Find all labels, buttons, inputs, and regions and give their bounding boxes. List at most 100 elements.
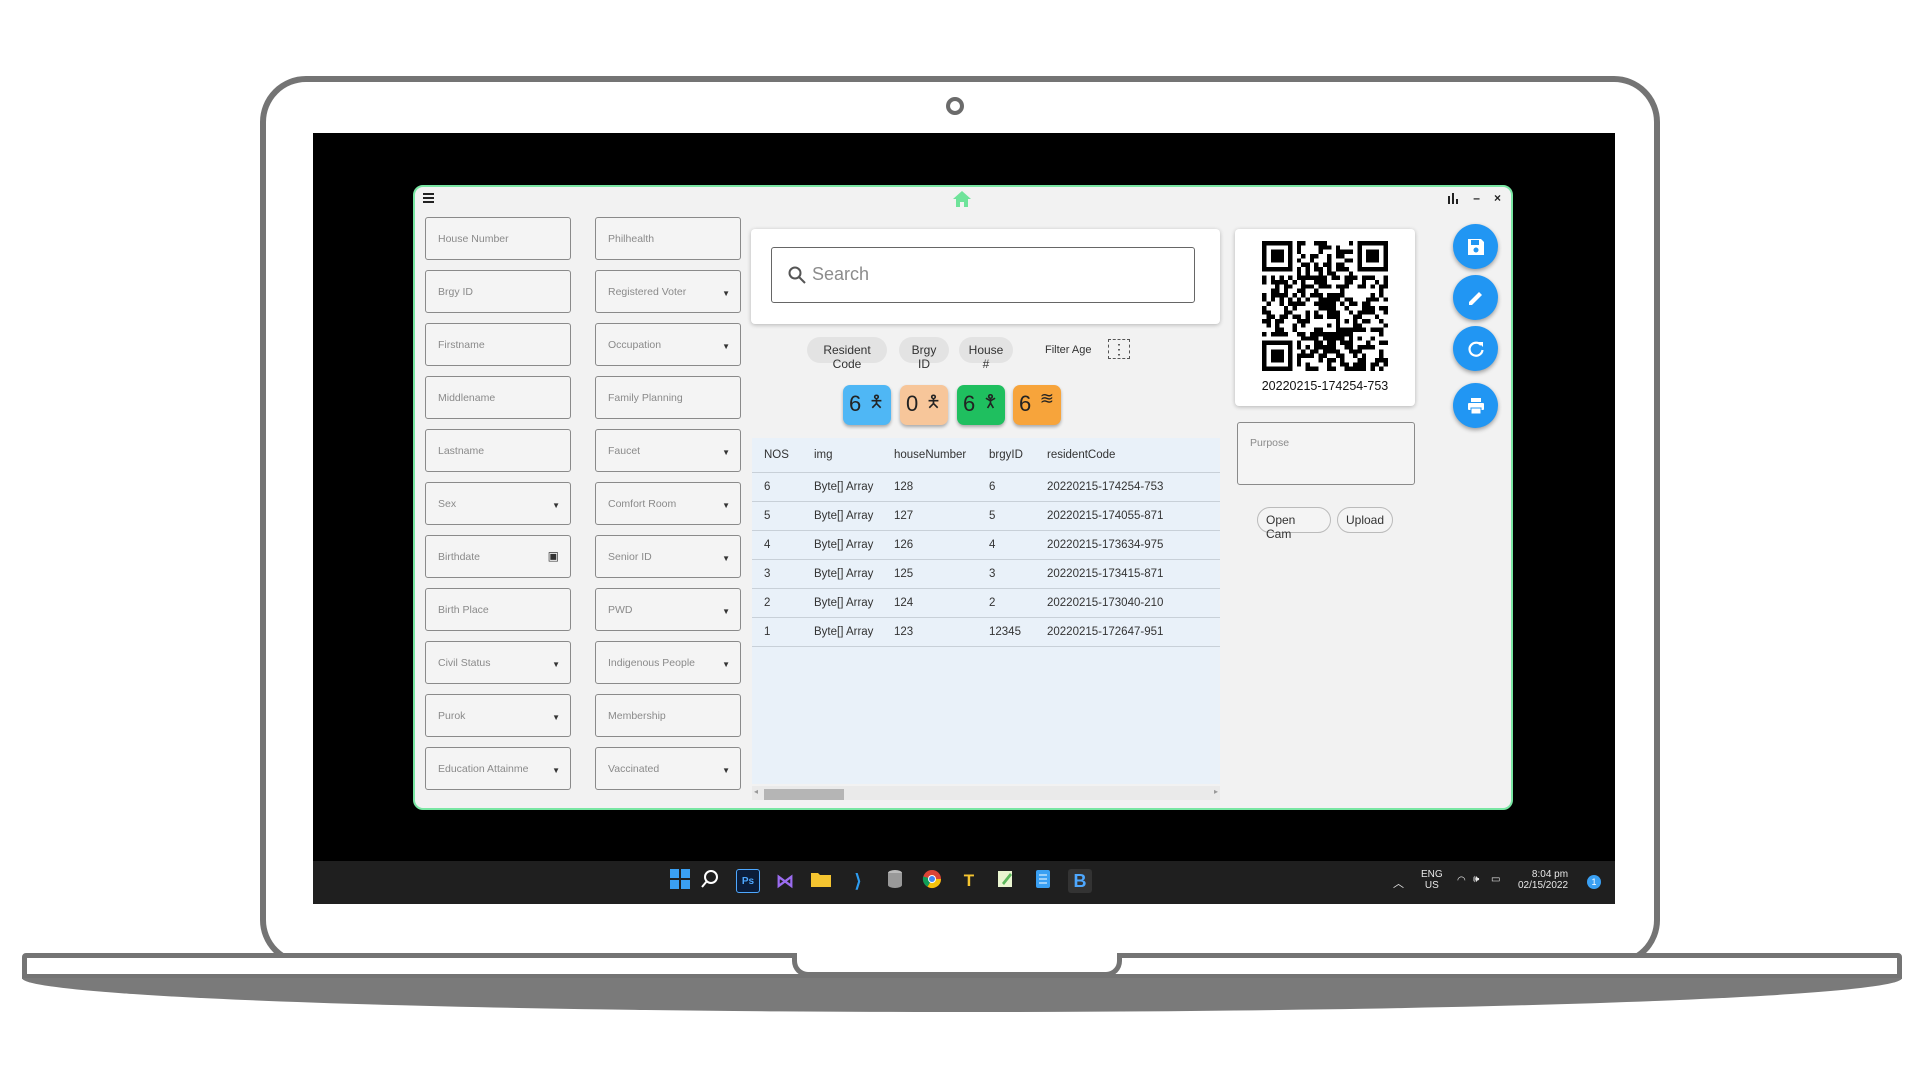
column-header[interactable]: houseNumber <box>882 438 977 472</box>
form-field-right-6[interactable]: Senior ID ▼ <box>595 535 741 578</box>
form-field-left-7[interactable]: Birth Place <box>425 588 571 631</box>
upload-button[interactable]: Upload <box>1337 507 1393 533</box>
form-field-label: Middlename <box>438 392 496 404</box>
hamburger-menu-icon[interactable] <box>423 193 434 205</box>
dropdown-arrow-icon[interactable]: ▼ <box>722 766 730 775</box>
residents-table[interactable]: NOS img houseNumber brgyID residentCode … <box>752 438 1220 784</box>
form-field-right-4[interactable]: Faucet ▼ <box>595 429 741 472</box>
table-row[interactable]: 2 Byte[] Array 124 2 20220215-173040-210 <box>752 587 1220 617</box>
minimize-icon[interactable]: – <box>1473 191 1480 205</box>
form-field-right-3[interactable]: Family Planning <box>595 376 741 419</box>
dropdown-arrow-icon[interactable]: ▼ <box>722 554 730 563</box>
table-row[interactable]: 1 Byte[] Array 123 12345 20220215-172647-951 <box>752 616 1220 647</box>
column-header[interactable]: residentCode <box>1035 438 1220 472</box>
windows-start-icon[interactable] <box>668 869 692 893</box>
battery-icon[interactable]: ▭ <box>1491 874 1500 885</box>
home-icon[interactable] <box>953 191 971 212</box>
table-row[interactable]: 4 Byte[] Array 126 4 20220215-173634-975 <box>752 529 1220 559</box>
app-b-icon[interactable]: B <box>1068 869 1092 893</box>
form-field-right-2[interactable]: Occupation ▼ <box>595 323 741 366</box>
table-row[interactable]: 6 Byte[] Array 128 6 20220215-174254-753 <box>752 471 1220 501</box>
title-bar: – × <box>415 187 1511 211</box>
form-field-left-9[interactable]: Purok ▼ <box>425 694 571 737</box>
open-cam-button[interactable]: Open Cam <box>1257 507 1331 541</box>
notepad-plus-icon[interactable] <box>994 869 1018 893</box>
form-field-left-10[interactable]: Education Attainme ▼ <box>425 747 571 790</box>
form-field-left-0[interactable]: House Number <box>425 217 571 260</box>
visual-studio-icon[interactable]: ⋈ <box>773 869 797 893</box>
form-field-left-2[interactable]: Firstname <box>425 323 571 366</box>
chrome-icon[interactable] <box>920 869 944 893</box>
search-input[interactable]: Search <box>771 247 1195 303</box>
dropdown-arrow-icon[interactable]: ▼ <box>722 660 730 669</box>
table-row[interactable]: 5 Byte[] Array 127 5 20220215-174055-871 <box>752 500 1220 530</box>
form-field-left-1[interactable]: Brgy ID <box>425 270 571 313</box>
form-field-right-10[interactable]: Vaccinated ▼ <box>595 747 741 790</box>
wifi-icon[interactable]: ◠ <box>1457 875 1466 886</box>
table-cell: 1 <box>752 616 802 647</box>
bar-chart-icon[interactable] <box>1448 192 1459 204</box>
dropdown-arrow-icon[interactable]: ▼ <box>722 289 730 298</box>
form-field-left-5[interactable]: Sex ▼ <box>425 482 571 525</box>
purpose-field[interactable]: Purpose <box>1237 422 1415 485</box>
form-field-right-5[interactable]: Comfort Room ▼ <box>595 482 741 525</box>
file-explorer-icon[interactable] <box>809 869 833 893</box>
column-header[interactable]: img <box>802 438 882 472</box>
form-field-label: Indigenous People <box>608 657 695 669</box>
dropdown-arrow-icon[interactable]: ▼ <box>552 501 560 510</box>
table-row[interactable]: 3 Byte[] Array 125 3 20220215-173415-871 <box>752 558 1220 588</box>
volume-icon[interactable]: 🕪 <box>1473 874 1479 885</box>
column-header[interactable]: NOS <box>752 438 802 472</box>
notepad-icon[interactable] <box>1031 869 1055 893</box>
form-field-left-8[interactable]: Civil Status ▼ <box>425 641 571 684</box>
chip-resident-code[interactable]: Resident Code <box>807 337 887 371</box>
scroll-right-icon[interactable]: ▸ <box>1214 787 1218 796</box>
chip-house-number[interactable]: House # <box>959 337 1013 371</box>
photoshop-icon[interactable]: Ps <box>736 869 760 893</box>
filter-age-more-icon[interactable]: ⋮ <box>1108 339 1130 359</box>
language-indicator[interactable]: ENG US <box>1421 869 1443 891</box>
database-icon[interactable] <box>883 869 907 893</box>
scroll-left-icon[interactable]: ◂ <box>754 787 758 796</box>
form-field-left-4[interactable]: Lastname <box>425 429 571 472</box>
edit-button[interactable] <box>1453 275 1498 320</box>
dropdown-arrow-icon[interactable]: ▼ <box>722 342 730 351</box>
dropdown-arrow-icon[interactable]: ▼ <box>552 766 560 775</box>
form-field-right-0[interactable]: Philhealth <box>595 217 741 260</box>
horizontal-scrollbar[interactable]: ◂ ▸ <box>752 786 1220 800</box>
form-field-right-7[interactable]: PWD ▼ <box>595 588 741 631</box>
search-icon <box>788 266 806 284</box>
form-field-right-9[interactable]: Membership <box>595 694 741 737</box>
chip-brgy-id[interactable]: Brgy ID <box>899 337 949 371</box>
print-button[interactable] <box>1453 383 1498 428</box>
dropdown-arrow-icon[interactable]: ▼ <box>552 660 560 669</box>
refresh-button[interactable] <box>1453 326 1498 371</box>
stat-coins: 6 ≋ <box>1013 385 1061 425</box>
table-cell: 20220215-174055-871 <box>1035 500 1220 530</box>
chevron-up-icon[interactable]: ︿ <box>1393 875 1404 891</box>
form-field-label: Lastname <box>438 445 485 457</box>
table-cell: 3 <box>752 558 802 588</box>
vscode-icon[interactable]: ⟩ <box>846 869 870 893</box>
form-field-left-6[interactable]: Birthdate ▣ <box>425 535 571 578</box>
notification-badge[interactable]: 1 <box>1587 875 1601 889</box>
dropdown-arrow-icon[interactable]: ▼ <box>552 713 560 722</box>
form-field-left-3[interactable]: Middlename <box>425 376 571 419</box>
typora-icon[interactable]: T <box>957 869 981 893</box>
search-icon[interactable] <box>698 869 722 893</box>
close-icon[interactable]: × <box>1494 191 1501 205</box>
dropdown-arrow-icon[interactable]: ▼ <box>722 501 730 510</box>
clock[interactable]: 8:04 pm 02/15/2022 <box>1518 869 1568 891</box>
table-cell: 4 <box>977 529 1035 559</box>
form-field-right-1[interactable]: Registered Voter ▼ <box>595 270 741 313</box>
scroll-thumb[interactable] <box>764 789 844 800</box>
calendar-icon[interactable]: ▣ <box>548 549 559 563</box>
save-button[interactable] <box>1453 224 1498 269</box>
dropdown-arrow-icon[interactable]: ▼ <box>722 448 730 457</box>
table-cell: 20220215-173415-871 <box>1035 558 1220 588</box>
coins-icon: ≋ <box>1039 389 1054 408</box>
form-field-right-8[interactable]: Indigenous People ▼ <box>595 641 741 684</box>
dropdown-arrow-icon[interactable]: ▼ <box>722 607 730 616</box>
column-header[interactable]: brgyID <box>977 438 1035 472</box>
language-code: ENG <box>1421 869 1443 880</box>
